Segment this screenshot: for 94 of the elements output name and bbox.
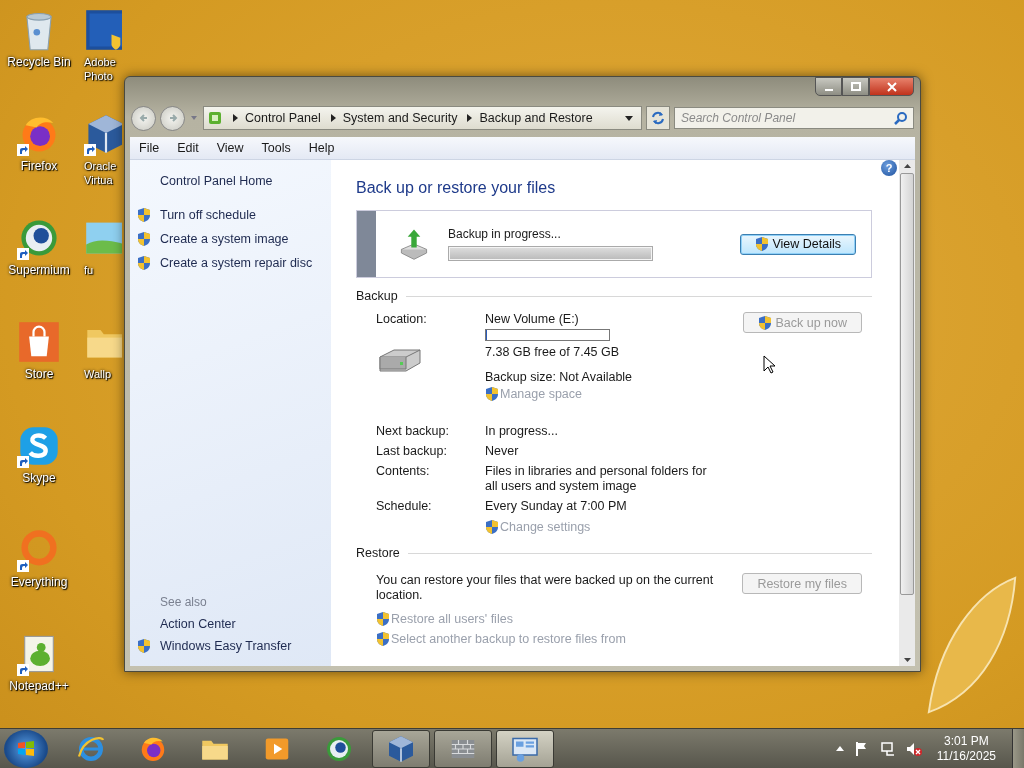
field-value: Backup size: Not Available [485,370,634,384]
forward-button[interactable] [160,105,185,131]
field-value: Never [485,444,520,459]
menu-item[interactable]: File [130,141,169,155]
field-value: New Volume (E:) [485,312,580,326]
field-value: Every Sunday at 7:00 PM [485,499,628,514]
shopping-bag-icon[interactable] [17,320,61,364]
search-field[interactable]: Search Control Panel [674,107,914,129]
shortcut-arrow-icon [17,144,29,156]
shortcut-arrow-icon [17,456,29,468]
field-label: Contents: [376,464,431,480]
sidebar-link[interactable]: Windows Easy Transfer [160,639,292,653]
sidebar-link[interactable]: Create a system repair disc [160,256,313,270]
desktop-icon-label: Wallp [84,367,113,381]
desktop-icon-label: Adobe Photo [84,55,117,83]
sidebar-link[interactable]: Control Panel Home [130,174,331,188]
mouse-cursor-icon [763,355,775,374]
close-button[interactable] [869,77,914,96]
shield-icon [485,386,499,402]
shield-icon [758,314,773,331]
maximize-icon [850,81,861,92]
chevron-icon [330,114,336,122]
field-label: Next backup: [376,424,450,439]
scrollbar-thumb[interactable] [900,173,914,595]
show-desktop-button[interactable] [1012,728,1024,768]
sidebar-link[interactable]: Turn off schedule [160,208,256,222]
chevron-icon [467,114,473,122]
show-hidden-icons-icon[interactable] [835,746,844,751]
shield-icon [376,631,390,647]
minimize-button[interactable] [815,77,842,96]
shortcut-arrow-icon [84,144,96,156]
sidebar-link[interactable]: Create a system image [160,232,289,246]
s-logo-icon[interactable] [17,424,61,468]
shortcut-arrow-icon [17,248,29,260]
breadcrumb-item[interactable]: Backup and Restore [479,111,593,125]
refresh-icon [651,111,665,125]
windows-logo-icon [16,738,36,759]
minimize-icon [824,88,833,91]
clock[interactable]: 3:01 PM 11/16/2025 [936,733,996,764]
view-details-button[interactable]: View Details [740,233,856,255]
section-title: Restore [356,546,400,560]
desktop-icon-label: Notepad++ [9,679,69,693]
start-button[interactable] [4,729,48,768]
field-value: In progress... [485,424,559,439]
desktop-icon-label: Store [24,367,54,381]
menu-item[interactable]: Edit [168,141,208,155]
clock-time: 3:01 PM [944,733,989,749]
field-label: Schedule: [376,499,433,514]
desktop-icon-label: Everything [10,575,68,589]
cube-taskbar-button[interactable] [372,729,430,768]
sidebar-link[interactable]: Action Center [160,617,236,631]
page-heading: Back up or restore your files [356,179,557,197]
control-panel-taskbar-button[interactable] [496,729,554,768]
close-icon [886,81,897,92]
desktop-icon-label: Firefox [20,159,58,173]
shield-icon [755,236,770,252]
scroll-down-arrow-icon[interactable] [903,658,911,662]
restore-description: You can restore your files that were backed up on the current location. [376,573,715,603]
clock-date: 11/16/2025 [936,748,996,764]
shield-icon [485,519,499,535]
scroll-up-arrow-icon[interactable] [903,164,911,168]
refresh-button[interactable] [646,106,670,130]
search-icon [894,111,908,125]
field-value: 7.38 GB free of 7.45 GB [485,345,621,359]
back-button[interactable] [131,105,156,131]
desktop-icon-label: Recycle Bin [7,55,71,69]
brick-wall-taskbar-button[interactable] [434,729,492,768]
scrollbar[interactable] [899,160,915,666]
menu-item[interactable]: Help [299,141,344,155]
breadcrumb-item[interactable]: Control Panel [245,111,321,125]
network-icon[interactable] [879,740,896,757]
menu-item[interactable]: Tools [252,141,300,155]
section-title: Backup [356,289,398,303]
dropdown-caret-icon[interactable] [625,115,633,121]
address-bar[interactable]: Control Panel System and Security Backup and Restore [203,106,642,130]
desktop-icon-label: Supermium [8,263,70,277]
status-side-bar [357,211,376,277]
see-also-heading: See also [159,595,208,609]
shortcut-arrow-icon [17,560,29,572]
breadcrumb-item[interactable]: System and Security [342,111,458,125]
shield-icon [376,611,390,627]
field-label: Last backup: [376,444,448,459]
chevron-icon [233,114,238,122]
status-text: Backup in progress... [448,227,562,241]
desktop-icon-label: Oracle Virtua [84,159,118,187]
desktop-icon-label: fu [84,263,95,277]
maximize-button[interactable] [842,77,869,96]
menu-item[interactable]: View [207,141,253,155]
shortcut-arrow-icon [17,664,29,676]
field-value: Files in libraries and personal folders for all users and system image [485,464,708,494]
cube-icon[interactable] [386,733,416,764]
back-arrow-icon [137,112,150,124]
desktop-icon-label: Skype [22,471,56,485]
field-label: Location: [376,312,428,326]
